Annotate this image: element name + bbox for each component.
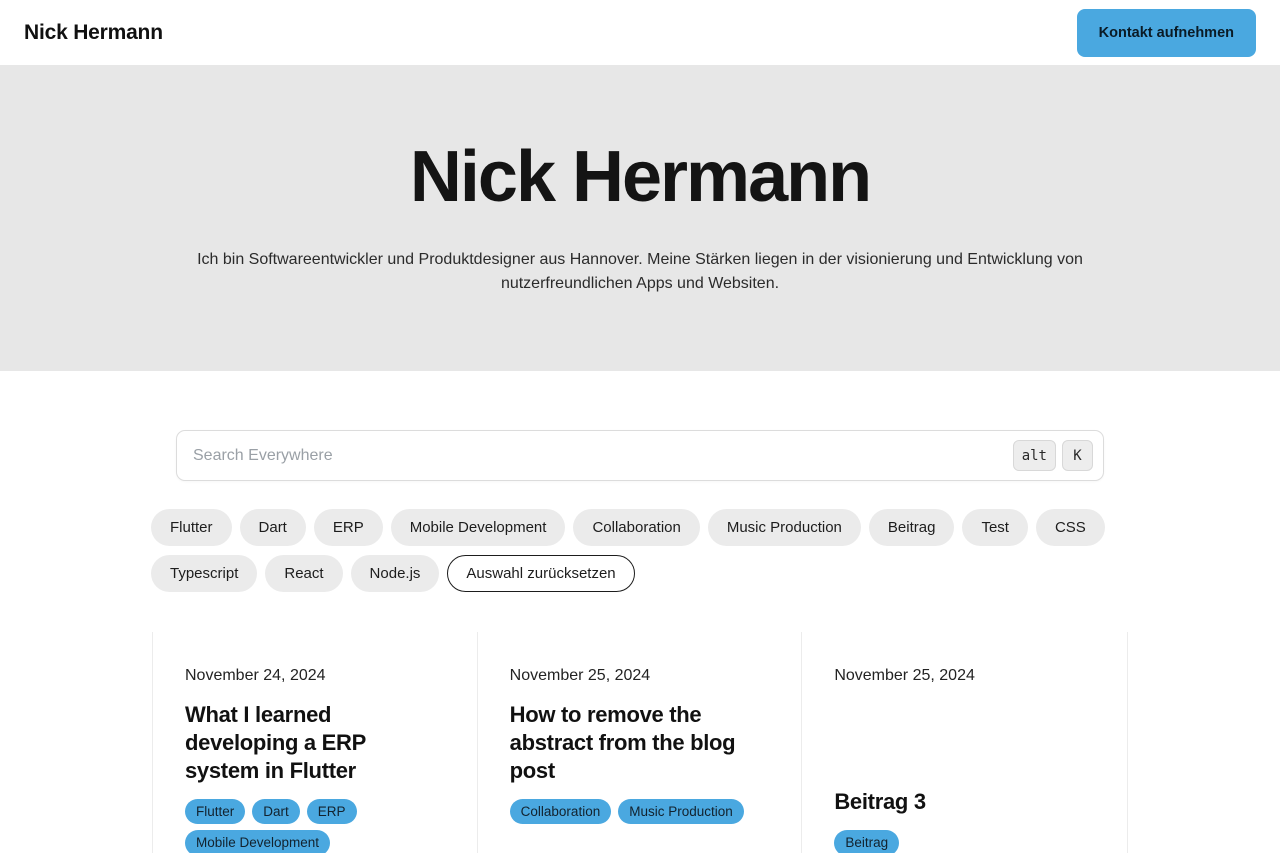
post-tag[interactable]: Music Production bbox=[618, 798, 744, 825]
filter-tag-css[interactable]: CSS bbox=[1035, 509, 1105, 546]
post-card[interactable]: November 25, 2024 How to remove the abst… bbox=[477, 632, 803, 853]
post-title: What I learned developing a ERP system i… bbox=[185, 701, 366, 783]
post-card[interactable]: November 24, 2024 What I learned develop… bbox=[153, 632, 478, 853]
site-header: Nick Hermann Kontakt aufnehmen bbox=[0, 0, 1280, 65]
contact-button[interactable]: Kontakt aufnehmen bbox=[1076, 8, 1256, 57]
filter-tag-mobile-development[interactable]: Mobile Development bbox=[390, 509, 566, 546]
search-section: alt K bbox=[176, 430, 1104, 481]
post-tag-list: Collaboration Music Production bbox=[509, 798, 770, 825]
hero-subtitle: Ich bin Softwareentwickler und Produktde… bbox=[197, 250, 1083, 292]
search-shortcut-group: alt K bbox=[1012, 440, 1093, 471]
post-date: November 25, 2024 bbox=[834, 667, 975, 684]
post-tag[interactable]: Dart bbox=[252, 798, 300, 825]
filter-tag-music-production[interactable]: Music Production bbox=[707, 509, 861, 546]
shortcut-key-k[interactable]: K bbox=[1062, 440, 1093, 471]
filter-tag-typescript[interactable]: Typescript bbox=[151, 555, 258, 592]
filter-tag-dart[interactable]: Dart bbox=[239, 509, 306, 546]
post-tag[interactable]: ERP bbox=[306, 798, 357, 825]
post-title: How to remove the abstract from the blog… bbox=[509, 701, 736, 783]
filter-tag-nodejs[interactable]: Node.js bbox=[350, 555, 440, 592]
post-tag-list: Flutter Dart ERP Mobile Development bbox=[185, 798, 445, 853]
main-content: alt K Flutter Dart ERP Mobile Developmen… bbox=[0, 430, 1280, 853]
search-input[interactable] bbox=[193, 431, 1013, 480]
post-grid: November 24, 2024 What I learned develop… bbox=[152, 632, 1128, 853]
post-tag[interactable]: Beitrag bbox=[834, 830, 900, 853]
filter-tag-list: Flutter Dart ERP Mobile Development Coll… bbox=[151, 509, 1129, 592]
post-card[interactable]: November 25, 2024 Beitrag 3 Beitrag bbox=[802, 632, 1127, 853]
filter-tag-flutter[interactable]: Flutter bbox=[151, 509, 232, 546]
post-tag-list: Beitrag bbox=[834, 830, 1095, 853]
post-date: November 24, 2024 bbox=[185, 667, 326, 684]
hero-section: Nick Hermann Ich bin Softwareentwickler … bbox=[0, 65, 1280, 371]
reset-selection-button[interactable]: Auswahl zurücksetzen bbox=[447, 555, 635, 592]
filter-tag-erp[interactable]: ERP bbox=[313, 509, 383, 546]
filter-tag-collaboration[interactable]: Collaboration bbox=[573, 509, 700, 546]
post-title: Beitrag 3 bbox=[834, 789, 926, 815]
search-box[interactable]: alt K bbox=[176, 430, 1104, 481]
post-tag[interactable]: Collaboration bbox=[509, 798, 612, 825]
post-date: November 25, 2024 bbox=[509, 667, 651, 684]
brand-logo[interactable]: Nick Hermann bbox=[24, 21, 163, 45]
filter-tag-react[interactable]: React bbox=[265, 555, 343, 592]
post-tag[interactable]: Mobile Development bbox=[185, 830, 331, 853]
page-title: Nick Hermann bbox=[409, 137, 872, 218]
filter-tag-test[interactable]: Test bbox=[962, 509, 1028, 546]
shortcut-key-alt[interactable]: alt bbox=[1012, 440, 1056, 471]
post-tag[interactable]: Flutter bbox=[185, 798, 246, 825]
filter-tag-beitrag[interactable]: Beitrag bbox=[868, 509, 955, 546]
